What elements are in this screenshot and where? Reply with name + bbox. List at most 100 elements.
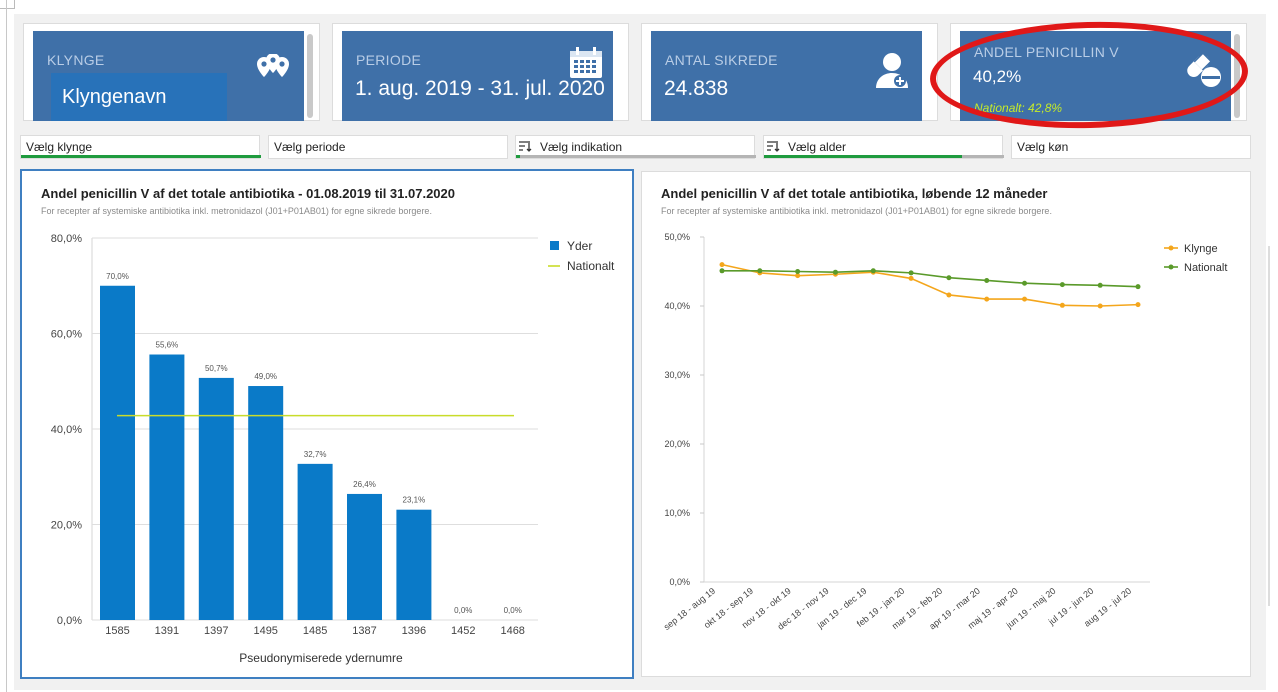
data-point [719,262,725,268]
card-periode[interactable]: PERIODE 1. aug. 2019 - 31. jul. 2020 [332,23,629,121]
x-tick-label: 1585 [105,625,129,637]
filter-progress [21,155,261,158]
legend-label: Yder [567,239,592,253]
data-label: 49,0% [254,372,277,381]
data-point [1059,282,1065,288]
data-point [832,269,838,275]
filter-periode[interactable]: Vælg periode [268,135,508,159]
data-point [946,292,952,298]
card-value: 40,2% [973,67,1022,86]
legend-marker [1168,245,1174,251]
calendar-icon [568,46,604,85]
y-tick-label: 80,0% [51,233,82,245]
y-tick-label: 30,0% [664,370,690,380]
bar [297,463,333,620]
x-tick-label: 1495 [253,625,277,637]
right-line-chart: 0,0%10,0%20,0%30,0%40,0%50,0%sep 18 - au… [662,232,1228,632]
filter-progress [516,155,756,158]
legend-marker [1168,264,1174,270]
filter-label: Vælg periode [274,140,346,154]
filter-progress-fill [764,155,962,158]
data-label: 32,7% [304,450,327,459]
data-point [1022,296,1028,302]
pills-icon [1184,49,1224,94]
card-national-value: Nationalt: 42,8% [974,101,1063,115]
left-bar-chart: 0,0% 20,0% 40,0% 60,0% 80,0% 70,0% 1585 55,6% 13… [51,233,615,665]
data-point [908,275,914,281]
data-point [984,296,990,302]
map-pins-icon [248,53,298,95]
bar [396,509,432,620]
x-tick-label: 1452 [451,625,475,637]
window-corner [0,0,15,9]
y-tick-label: 40,0% [51,424,82,436]
card-title: PERIODE [356,52,422,68]
card-periode-body[interactable]: PERIODE 1. aug. 2019 - 31. jul. 2020 [342,31,613,121]
card-andel-body[interactable]: ANDEL PENICILLIN V 40,2% Nationalt: 42,8… [960,31,1240,121]
bar [198,377,234,620]
y-tick-label: 10,0% [664,508,690,518]
x-tick-label: 1397 [204,625,228,637]
filter-klynge[interactable]: Vælg klynge [20,135,261,159]
data-point [1097,282,1103,288]
card-title: KLYNGE [47,52,105,68]
y-tick-label: 40,0% [664,301,690,311]
x-tick-label: 1485 [303,625,327,637]
data-point [870,268,876,274]
card-scrollbar[interactable] [307,34,313,118]
y-tick-label: 0,0% [57,615,82,627]
legend-label: Nationalt [1184,262,1227,274]
data-point [946,275,952,281]
legend-label: Klynge [1184,243,1218,255]
data-point [908,270,914,276]
card-antal-sikrede[interactable]: ANTAL SIKREDE 24.838 [641,23,938,121]
data-point [719,268,725,274]
data-point [1135,302,1141,308]
data-label: 50,7% [205,364,228,373]
data-label: 26,4% [353,480,376,489]
card-title: ANTAL SIKREDE [665,52,778,68]
data-label: 0,0% [504,606,522,615]
filter-label: Vælg alder [788,140,847,154]
bar [100,285,135,620]
klynge-name-label: Klyngenavn [51,73,227,121]
filter-lines-icon [766,140,780,155]
x-axis-title: Pseudonymiserede ydernumre [239,651,403,665]
filter-label: Vælg køn [1017,140,1069,154]
x-tick-label: 1396 [402,625,426,637]
data-point [1022,280,1028,286]
data-label: 70,0% [106,272,129,281]
filter-indikation[interactable]: Vælg indikation [515,135,756,159]
data-point [795,269,801,274]
card-scrollbar[interactable] [1234,34,1240,118]
x-tick-label: 1387 [352,625,376,637]
y-tick-label: 0,0% [669,577,690,587]
card-value: 24.838 [664,77,729,100]
legend-swatch [550,241,559,250]
bar [248,386,284,620]
filter-alder[interactable]: Vælg alder [763,135,1004,159]
filter-progress-fill [516,155,520,158]
data-point [1059,302,1065,308]
card-title: ANDEL PENICILLIN V [974,44,1119,60]
data-point [984,277,990,283]
data-point [1135,284,1141,290]
user-plus-icon [875,51,911,94]
series-line [722,270,1139,288]
window-edge [6,0,7,692]
filter-label: Vælg indikation [540,140,623,154]
y-tick-label: 50,0% [664,232,690,242]
bar [347,493,382,620]
x-tick-label: 1468 [500,625,524,637]
filter-label: Vælg klynge [26,140,93,154]
card-antal-body[interactable]: ANTAL SIKREDE 24.838 [651,31,922,121]
card-andel-penicillin[interactable]: ANDEL PENICILLIN V 40,2% Nationalt: 42,8… [950,23,1247,121]
data-point [1097,303,1103,309]
y-tick-label: 20,0% [51,520,82,532]
legend-label: Nationalt [567,259,615,273]
page-scrollbar[interactable] [1268,246,1270,606]
filter-lines-icon [518,140,532,155]
bar [149,354,185,620]
data-label: 23,1% [403,496,426,505]
filter-koen[interactable]: Vælg køn [1011,135,1251,159]
